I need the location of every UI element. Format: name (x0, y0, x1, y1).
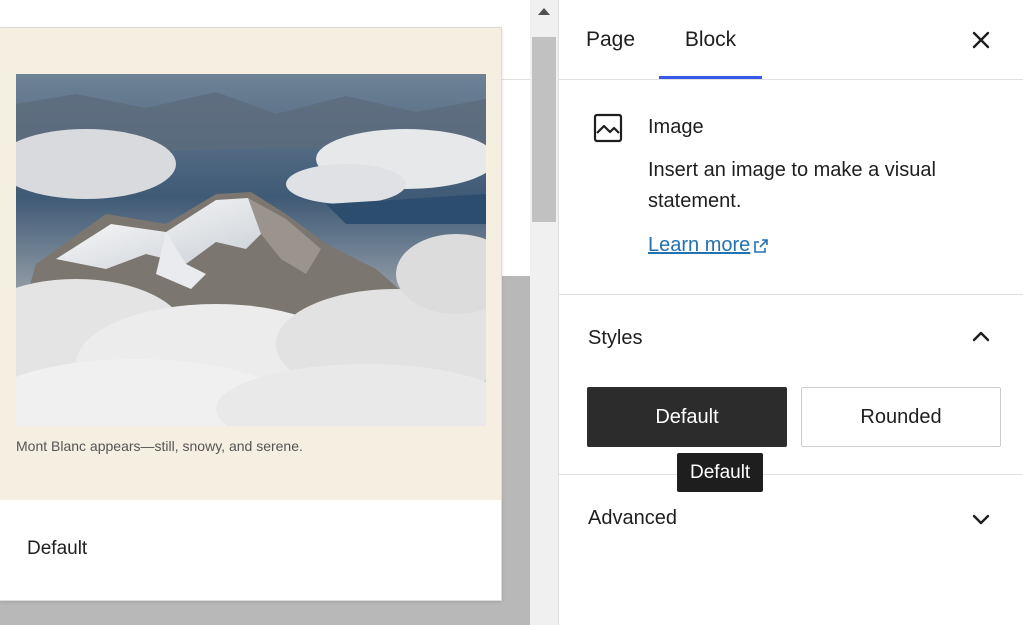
canvas-scrollbar[interactable] (530, 0, 558, 625)
chevron-up-icon[interactable] (969, 325, 993, 349)
styles-panel: Styles Default Rounded (559, 295, 1023, 475)
canvas-backdrop (500, 276, 530, 625)
sidebar-tabs: Page Block (559, 0, 1023, 80)
chevron-down-icon[interactable] (969, 507, 993, 531)
learn-more-link[interactable]: Learn more (648, 234, 769, 257)
external-link-icon (754, 238, 769, 253)
editor-canvas: Mont Blanc appears—still, snowy, and ser… (0, 0, 530, 625)
preview-image (16, 74, 486, 426)
advanced-panel-title[interactable]: Advanced (588, 507, 677, 530)
block-title: Image (648, 116, 704, 138)
style-preview-popover: Mont Blanc appears—still, snowy, and ser… (0, 27, 502, 601)
tab-page[interactable]: Page (586, 0, 635, 79)
tab-block[interactable]: Block (659, 0, 762, 79)
style-preview-area: Mont Blanc appears—still, snowy, and ser… (0, 28, 501, 500)
settings-sidebar: Page Block Image Insert an image to make… (558, 0, 1023, 625)
active-tab-indicator (659, 76, 762, 79)
scrollbar-thumb[interactable] (532, 37, 556, 222)
canvas-backdrop-bottom (0, 601, 530, 625)
scroll-up-arrow-icon[interactable] (530, 0, 558, 30)
image-caption: Mont Blanc appears—still, snowy, and ser… (16, 438, 303, 454)
block-card: Image Insert an image to make a visual s… (559, 80, 1023, 295)
advanced-panel: Advanced (559, 475, 1023, 565)
image-icon (593, 113, 623, 143)
preview-style-label: Default (27, 538, 88, 559)
close-sidebar-button[interactable] (963, 22, 999, 58)
style-default-button[interactable]: Default (587, 387, 787, 447)
close-icon (972, 31, 990, 49)
styles-panel-title[interactable]: Styles (588, 327, 642, 350)
style-rounded-button[interactable]: Rounded (801, 387, 1001, 447)
block-description: Insert an image to make a visual stateme… (648, 159, 936, 212)
learn-more-label: Learn more (648, 234, 751, 256)
